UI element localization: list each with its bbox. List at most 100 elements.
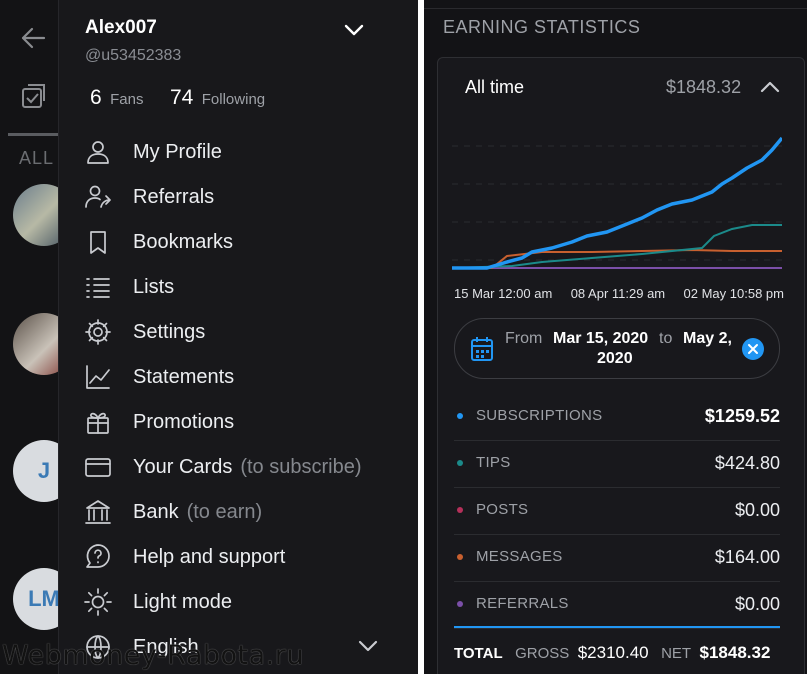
earning-label: MESSAGES: [476, 548, 563, 565]
chart-line-icon: [81, 360, 115, 394]
range-from-label: From: [505, 330, 543, 347]
tab-underline: [8, 133, 58, 136]
fans-count[interactable]: 6: [90, 86, 102, 109]
menu-item-help[interactable]: Help and support: [81, 537, 401, 577]
help-icon: [81, 540, 115, 574]
menu-item-label: Lists: [133, 275, 175, 298]
bank-icon: [81, 495, 115, 529]
menu-item-promotions[interactable]: Promotions: [81, 402, 401, 442]
range-end-date[interactable]: May 2,: [683, 330, 732, 348]
earning-value: $424.80: [714, 453, 780, 473]
gross-label: GROSS: [515, 645, 570, 662]
earning-value: $164.00: [714, 547, 780, 567]
x-tick-label: 08 Apr 11:29 am: [570, 286, 666, 301]
close-icon: [748, 344, 758, 354]
card-icon: [81, 450, 115, 484]
earning-row-tips: TIPS $424.80: [454, 441, 780, 488]
back-arrow-icon[interactable]: [20, 26, 46, 55]
following-label[interactable]: Following: [202, 91, 265, 108]
menu-item-label: Bank: [133, 500, 179, 523]
chevron-down-icon[interactable]: [343, 22, 365, 38]
bookmark-icon: [81, 225, 115, 259]
left-panel: ALL J LM Alex007 @u53452383 6 Fans 74 Fo…: [0, 0, 418, 674]
menu-item-label: Bookmarks: [133, 230, 234, 253]
gift-icon: [81, 405, 115, 439]
earning-label: SUBSCRIPTIONS: [476, 407, 603, 424]
menu-item-label: My Profile: [133, 140, 222, 163]
menu-item-label: Promotions: [133, 410, 235, 433]
series-dot: [457, 601, 463, 607]
user-icon: [81, 135, 115, 169]
username: Alex007: [85, 17, 157, 38]
series-dot: [457, 554, 463, 560]
totals-row: TOTAL GROSS $2310.40 NET $1848.32: [454, 643, 780, 663]
menu-item-label: Light mode: [133, 590, 232, 613]
net-value: $1848.32: [699, 643, 771, 662]
earning-value: $1259.52: [704, 406, 780, 426]
range-end-year[interactable]: 2020: [597, 350, 633, 368]
earning-value: $0.00: [734, 594, 780, 614]
menu-item-label: Your Cards: [133, 455, 233, 478]
clear-range-button[interactable]: [742, 338, 764, 360]
menu-item-bookmarks[interactable]: Bookmarks: [81, 222, 401, 262]
gross-value: $2310.40: [577, 643, 649, 662]
menu-item-light-mode[interactable]: Light mode: [81, 582, 401, 622]
earning-row-referrals: REFERRALS $0.00: [454, 582, 780, 629]
user-menu-drawer: Alex007 @u53452383 6 Fans 74 Following M…: [58, 0, 418, 674]
follow-stats: 6 Fans 74 Following: [90, 86, 287, 110]
range-to-label: to: [659, 330, 673, 347]
earning-label: TIPS: [476, 454, 511, 471]
total-label: TOTAL: [454, 645, 503, 662]
earning-value: $0.00: [734, 500, 780, 520]
menu-item-label: Help and support: [133, 545, 286, 568]
earning-row-posts: POSTS $0.00: [454, 488, 780, 535]
range-start-date[interactable]: Mar 15, 2020: [553, 330, 648, 348]
menu-item-settings[interactable]: Settings: [81, 312, 401, 352]
period-total: $1848.32: [666, 77, 742, 97]
subscriptions-series-line: [452, 136, 782, 270]
totals-divider: [454, 626, 780, 628]
menu-item-hint: (to earn): [186, 500, 263, 523]
list-icon: [81, 270, 115, 304]
copy-check-icon[interactable]: [20, 82, 48, 115]
earning-row-subscriptions: SUBSCRIPTIONS $1259.52: [454, 394, 780, 441]
language-chevron-down-icon[interactable]: [357, 638, 379, 659]
chart-x-axis: 15 Mar 12:00 am 08 Apr 11:29 am 02 May 1…: [454, 286, 784, 301]
net-label: NET: [661, 645, 692, 662]
earning-row-messages: MESSAGES $164.00: [454, 535, 780, 582]
fans-label[interactable]: Fans: [110, 91, 143, 108]
menu-item-statements[interactable]: Statements: [81, 357, 401, 397]
menu-item-lists[interactable]: Lists: [81, 267, 401, 307]
tab-all[interactable]: ALL: [19, 148, 54, 169]
sun-icon: [81, 585, 115, 619]
earning-label: REFERRALS: [476, 595, 569, 612]
menu-item-hint: (to subscribe): [240, 455, 362, 478]
menu-item-your-cards[interactable]: Your Cards (to subscribe): [81, 447, 401, 487]
calendar-icon[interactable]: [470, 336, 494, 362]
series-dot: [457, 507, 463, 513]
series-dot: [457, 460, 463, 466]
menu-item-label: Statements: [133, 365, 235, 388]
period-label[interactable]: All time: [465, 77, 524, 98]
gear-icon: [81, 315, 115, 349]
watermark: Webmoney-Rabota.ru: [2, 640, 304, 671]
date-range-picker[interactable]: From Mar 15, 2020 to May 2, 2020: [454, 318, 780, 379]
menu-item-referrals[interactable]: Referrals: [81, 177, 401, 217]
earnings-card: All time $1848.32 15 Mar 12:00 am 08 Apr…: [437, 57, 805, 674]
following-count[interactable]: 74: [170, 86, 193, 109]
earning-statistics-panel: EARNING STATISTICS All time $1848.32 15 …: [424, 0, 807, 674]
section-title: EARNING STATISTICS: [443, 17, 641, 37]
menu-item-label: Referrals: [133, 185, 215, 208]
x-tick-label: 15 Mar 12:00 am: [454, 286, 553, 301]
earnings-chart: [452, 136, 782, 270]
menu-item-label: Settings: [133, 320, 206, 343]
menu-item-bank[interactable]: Bank (to earn): [81, 492, 401, 532]
series-dot: [457, 413, 463, 419]
earning-label: POSTS: [476, 501, 529, 518]
x-tick-label: 02 May 10:58 pm: [683, 286, 784, 301]
divider-line: [424, 8, 807, 9]
referrals-icon: [81, 180, 115, 214]
menu-item-my-profile[interactable]: My Profile: [81, 132, 401, 172]
chevron-up-icon[interactable]: [760, 80, 780, 94]
user-handle: @u53452383: [85, 47, 182, 64]
